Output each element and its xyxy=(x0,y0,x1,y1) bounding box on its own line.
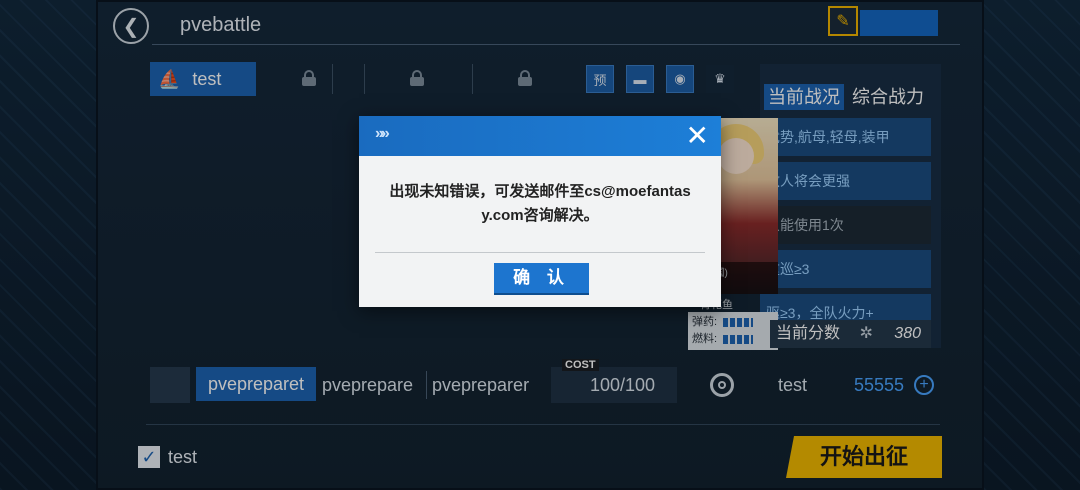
chevrons-icon: »» xyxy=(375,125,390,142)
error-dialog: »» ✕ 出现未知错误，可发送邮件至cs@moefantas y.com咨询解决… xyxy=(359,116,721,307)
dialog-divider xyxy=(375,252,705,253)
close-icon[interactable]: ✕ xyxy=(686,120,709,152)
dialog-header: »» ✕ xyxy=(359,116,721,156)
confirm-button[interactable]: 确 认 xyxy=(494,263,589,293)
dialog-message-line: 出现未知错误，可发送邮件至cs@moefantas xyxy=(389,183,691,200)
dialog-message-line: y.com咨询解决。 xyxy=(481,207,599,224)
dialog-message: 出现未知错误，可发送邮件至cs@moefantas y.com咨询解决。 xyxy=(385,180,695,228)
